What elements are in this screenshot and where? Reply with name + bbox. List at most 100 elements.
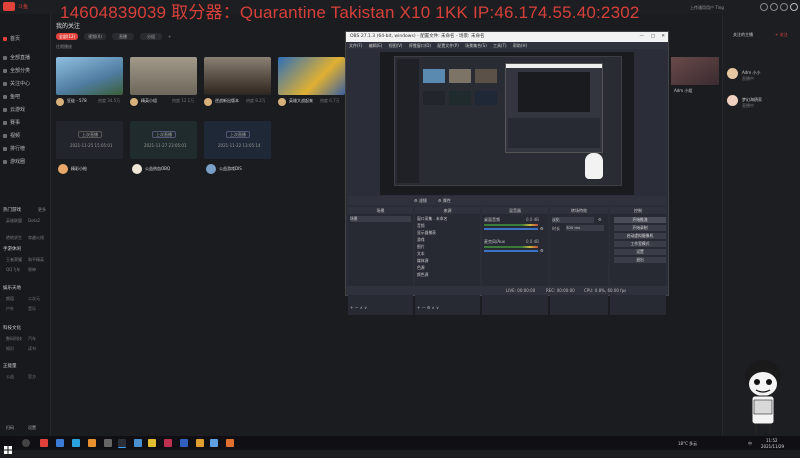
start-recording-button[interactable]: 开始录制 <box>614 225 666 231</box>
studio-mode-button[interactable]: 工作室模式 <box>614 241 666 247</box>
close-icon[interactable] <box>790 3 798 11</box>
nav-sub-link[interactable]: 英雄联盟 <box>6 218 22 224</box>
scene-item[interactable]: 场景 <box>350 216 411 222</box>
source-add-button[interactable]: + — ⚙ ∧ ∨ <box>417 305 439 310</box>
avatar[interactable] <box>206 164 216 174</box>
obs-preview-canvas[interactable] <box>380 52 634 195</box>
nav-item-fishbar[interactable]: 鱼吧 <box>3 93 20 102</box>
exit-button[interactable]: 退出 <box>614 257 666 263</box>
tab-video[interactable]: 视频(0) <box>84 33 106 40</box>
nav-sub-link[interactable]: 原神 <box>28 267 36 273</box>
nav-item-follow[interactable]: 关注中心 <box>3 80 30 89</box>
nav-sub-link[interactable]: 二次元 <box>28 296 40 302</box>
replay-thumbnail[interactable]: 上次直播 2021-11-27 23:05:01 <box>130 121 197 159</box>
close-icon[interactable]: ✕ <box>661 32 665 42</box>
clock-date[interactable]: 2021/11/29 <box>761 444 784 449</box>
nav-section-title[interactable]: 热门游戏 <box>3 207 21 213</box>
menu-file[interactable]: 文件(F) <box>349 43 362 48</box>
nav-item-match[interactable]: 赛事 <box>3 119 20 128</box>
virtual-camera-button[interactable]: 启动虚拟摄像机 <box>614 233 666 239</box>
volume-slider[interactable] <box>484 228 538 230</box>
add-group-icon[interactable]: + <box>168 34 171 39</box>
menu-edit[interactable]: 编辑(E) <box>369 43 383 48</box>
avatar[interactable] <box>278 98 286 106</box>
nav-sub-link[interactable]: 和平精英 <box>28 257 44 263</box>
menu-scene-collection[interactable]: 场景集合(S) <box>465 43 487 48</box>
taskbar-app-icon[interactable] <box>40 439 48 447</box>
taskbar-app-icon[interactable] <box>72 439 80 447</box>
input-language[interactable]: 中 <box>748 441 752 446</box>
windows-start-icon[interactable] <box>4 439 12 454</box>
source-item[interactable]: 色源 <box>417 265 425 271</box>
nav-sub-link[interactable]: 官方 <box>28 374 36 380</box>
tab-live[interactable]: 直播 <box>112 33 134 40</box>
skin-icon[interactable] <box>760 3 768 11</box>
transition-select[interactable]: 淡化 <box>552 217 594 223</box>
nav-item-all-category[interactable]: 全部分类 <box>3 67 30 76</box>
replay-thumbnail[interactable]: 上次直播 2021-11-25 15:05:01 <box>56 121 123 159</box>
nav-sub-link[interactable]: 王者荣耀 <box>6 257 22 263</box>
minimize-icon[interactable] <box>770 3 778 11</box>
replay-card[interactable]: 上次直播 2021-11-27 23:05:01 公益热血OBQ <box>130 121 197 174</box>
avatar[interactable] <box>132 164 142 174</box>
weather-widget[interactable]: 18°C 多云 <box>678 441 697 446</box>
nav-bottom-settings[interactable]: 设置 <box>28 425 36 430</box>
source-item[interactable]: 显示器捕获 <box>417 230 436 236</box>
menu-profile[interactable]: 配置文件(P) <box>437 43 459 48</box>
card-title[interactable]: 逆战新出版本 <box>215 98 239 103</box>
live-card[interactable]: 精英小组 热度 12.1万 <box>130 57 197 106</box>
volume-slider[interactable] <box>484 250 538 252</box>
settings-button[interactable]: 设置 <box>614 249 666 255</box>
nav-sub-link[interactable]: 音乐 <box>28 306 36 312</box>
nav-item-video[interactable]: 视频 <box>3 132 20 141</box>
duration-input[interactable]: 300 ms <box>566 225 604 231</box>
avatar[interactable] <box>56 98 64 106</box>
live-card[interactable]: 英雄大战起来 热度 6.7万 <box>278 57 345 106</box>
tab-group[interactable]: 分组 <box>140 33 162 40</box>
nav-sub-link[interactable]: 公益 <box>6 374 14 380</box>
nav-section-title[interactable]: 手游休闲 <box>3 246 21 252</box>
nav-sub-link[interactable]: 户外 <box>6 306 14 312</box>
dock-tab-filters[interactable]: ⚙ 滤镜 <box>414 198 427 203</box>
taskbar-app-icon[interactable] <box>210 439 218 447</box>
taskbar-app-icon[interactable] <box>134 439 142 447</box>
source-item[interactable]: 图片 <box>417 244 425 250</box>
dock-tab-properties[interactable]: ⚙ 属性 <box>438 198 451 203</box>
live-thumbnail[interactable] <box>278 57 345 95</box>
nav-sub-link[interactable]: QQ飞车 <box>6 267 20 273</box>
replay-card[interactable]: 上次直播 2021-11-22 13:05:14 公益游戏DIS <box>204 121 271 174</box>
nav-bottom-scan[interactable]: 扫码 <box>6 425 14 430</box>
speaker-icon[interactable]: ⚙ <box>540 226 544 231</box>
card-title[interactable]: 公益游戏DIS <box>219 166 242 171</box>
clock-time[interactable]: 11:52 <box>766 438 778 443</box>
card-title[interactable]: 精彩小枪 <box>71 166 87 171</box>
tab-all[interactable]: 全部(12) <box>56 33 78 40</box>
avatar[interactable] <box>727 95 738 106</box>
live-thumbnail[interactable] <box>130 57 197 95</box>
menu-help[interactable]: 帮助(H) <box>513 43 527 48</box>
follow-add-button[interactable]: + 关注 <box>775 32 788 37</box>
douyu-logo-icon[interactable] <box>3 2 15 11</box>
live-preview-thumbnail[interactable] <box>671 57 719 85</box>
avatar[interactable] <box>727 68 738 79</box>
nav-sub-link[interactable]: 汽车 <box>28 336 36 342</box>
source-item[interactable]: 窗口采集 - 未命名 <box>417 216 447 222</box>
source-item[interactable]: 文本 <box>417 251 425 257</box>
speaker-icon[interactable]: ⚙ <box>540 248 544 253</box>
card-title[interactable]: 公益热血OBQ <box>145 166 170 171</box>
source-item[interactable]: 音频 <box>417 223 425 229</box>
avatar[interactable] <box>58 164 68 174</box>
scene-add-button[interactable]: + — ∧ ∨ <box>350 305 367 310</box>
user-info[interactable]: 上传通用用户 Ting <box>690 5 724 10</box>
taskbar-app-icon[interactable] <box>148 439 156 447</box>
nav-sub-link[interactable]: 知识 <box>6 346 14 352</box>
replay-thumbnail[interactable]: 上次直播 2021-11-22 13:05:14 <box>204 121 271 159</box>
nav-sub-link[interactable]: 颜值 <box>6 296 14 302</box>
avatar[interactable] <box>204 98 212 106</box>
nav-item-all-live[interactable]: 全部直播 <box>3 54 30 63</box>
nav-section-title[interactable]: 科技文化 <box>3 325 21 331</box>
menu-view[interactable]: 视图(V) <box>389 43 403 48</box>
menu-tools[interactable]: 工具(T) <box>493 43 507 48</box>
obs-taskbar-icon[interactable] <box>118 439 126 448</box>
maximize-icon[interactable] <box>780 3 788 11</box>
